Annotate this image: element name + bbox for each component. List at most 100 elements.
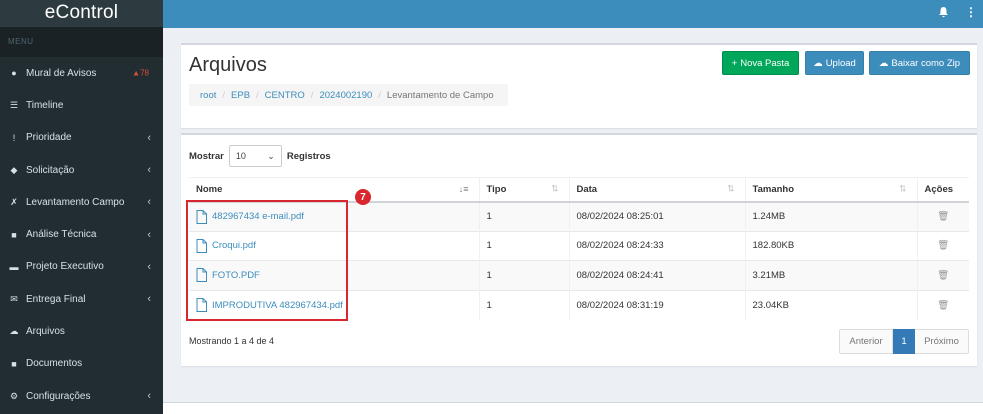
sidebar-item-arquivos[interactable]: ☁ Arquivos (0, 315, 163, 347)
list-icon: ☰ (9, 99, 19, 110)
pagination: Anterior 1 Próximo (839, 329, 969, 354)
document-icon: ■ (11, 358, 17, 369)
chevron-left-icon: ‹ (147, 164, 151, 177)
breadcrumb-item-centro[interactable]: CENTRO (265, 90, 305, 101)
brand-logo[interactable]: eControl (0, 0, 163, 27)
thumbtack-icon: ✗ (10, 196, 18, 207)
sidebar-item-prioridade[interactable]: ! Prioridade ‹ (0, 122, 163, 154)
breadcrumb-separator: / (310, 89, 314, 101)
pagination-prev-button[interactable]: Anterior (839, 329, 893, 354)
column-header-tipo[interactable]: Tipo ⇅ (478, 177, 569, 203)
file-date: 08/02/2024 08:24:41 (568, 260, 745, 290)
exclamation-icon: ! (12, 132, 16, 143)
sidebar-item-mural-de-avisos[interactable]: ● Mural de Avisos ▲78 (0, 57, 163, 89)
sidebar-item-label: Timeline (26, 99, 64, 111)
sort-desc-icon: ↓≡ (458, 184, 469, 195)
trash-icon[interactable]: 🗑 (916, 260, 969, 290)
table-info: Mostrando 1 a 4 de 4 (189, 336, 275, 346)
sidebar-item-documentos[interactable]: ■ Documentos (0, 348, 163, 380)
sort-icon: ⇅ (550, 183, 559, 194)
cloud-upload-icon: ☁ (813, 57, 823, 69)
sidebar-item-solicitacao[interactable]: ◆ Solicitação ‹ (0, 154, 163, 186)
bell-icon[interactable] (938, 6, 949, 21)
sidebar-item-label: Configurações (26, 390, 91, 402)
column-header-tamanho[interactable]: Tamanho ⇅ (744, 177, 917, 203)
file-type: 1 (478, 230, 569, 261)
plus-icon: + (731, 57, 738, 69)
sort-icon: ⇅ (726, 183, 735, 194)
cloud-download-icon: ☁ (878, 57, 889, 69)
file-type: 1 (478, 289, 569, 320)
breadcrumb-item-epb[interactable]: EPB (231, 90, 250, 101)
breadcrumb-separator: / (256, 89, 259, 101)
sidebar-item-configuracoes[interactable]: ⚙ Configurações ‹ (0, 380, 163, 412)
sidebar-item-projeto-executivo[interactable]: ▬ Projeto Executivo ‹ (0, 251, 163, 283)
chevron-left-icon: ‹ (147, 228, 151, 241)
column-header-nome[interactable]: Nome ↓≡ (189, 177, 479, 203)
file-size: 182.80KB (744, 230, 917, 261)
sidebar-item-label: Arquivos (26, 326, 65, 338)
cloud-icon: ☁ (9, 326, 19, 337)
sidebar-item-label: Mural de Avisos (26, 67, 97, 79)
trash-icon[interactable]: 🗑 (916, 289, 969, 320)
file-icon: ■ (11, 229, 17, 240)
chevron-left-icon: ‹ (147, 293, 151, 306)
sidebar: eControl MENU ● Mural de Avisos ▲78 ☰ Ti… (0, 0, 163, 414)
sidebar-item-label: Levantamento Campo (26, 196, 125, 208)
pagination-page-button[interactable]: 1 (893, 329, 915, 354)
envelope-icon: ✉ (10, 293, 18, 304)
sidebar-item-levantamento-campo[interactable]: ✗ Levantamento Campo ‹ (0, 186, 163, 218)
show-label: Mostrar (189, 150, 224, 162)
page-size-select[interactable]: 10 ⌄ (228, 145, 282, 167)
trash-icon[interactable]: 🗑 (916, 201, 969, 231)
file-date: 08/02/2024 08:24:33 (568, 230, 745, 261)
page-length-control: Mostrar 10 ⌄ Registros (189, 145, 331, 167)
records-label: Registros (286, 150, 331, 162)
sidebar-item-label: Entrega Final (26, 293, 86, 305)
top-navbar: ⋮ (163, 0, 983, 28)
file-date: 08/02/2024 08:31:19 (568, 289, 745, 320)
menu-header: MENU (0, 27, 163, 57)
chevron-left-icon: ‹ (147, 390, 151, 403)
sidebar-item-label: Projeto Executivo (26, 261, 104, 273)
file-size: 3.21MB (744, 260, 917, 290)
pagination-next-button[interactable]: Próximo (915, 329, 969, 354)
sidebar-item-label: Documentos (26, 358, 83, 370)
annotation-highlight-box (186, 200, 348, 321)
file-type: 1 (478, 201, 569, 231)
column-header-data[interactable]: Data ⇅ (568, 177, 745, 203)
sidebar-item-timeline[interactable]: ☰ Timeline (0, 89, 163, 121)
file-size: 23.04KB (744, 289, 917, 320)
sidebar-item-label: Solicitação (26, 164, 75, 176)
new-folder-button[interactable]: + Nova Pasta (722, 51, 799, 75)
page-header-box: Arquivos + Nova Pasta ☁ Upload ☁ Baixar … (181, 43, 977, 128)
upload-button[interactable]: ☁ Upload (805, 51, 864, 75)
sidebar-item-label: Análise Técnica (26, 229, 97, 241)
table-header-row: Nome ↓≡ Tipo ⇅ Data ⇅ Tamanho ⇅ Ações (189, 177, 969, 203)
chevron-down-icon: ⌄ (267, 150, 275, 161)
download-zip-button[interactable]: ☁ Baixar como Zip (869, 51, 970, 75)
breadcrumb-item-root[interactable]: root (200, 90, 216, 101)
chevron-left-icon: ‹ (147, 196, 151, 209)
kebab-menu-icon[interactable]: ⋮ (965, 5, 977, 19)
comment-icon: ● (11, 68, 17, 79)
file-size: 1.24MB (744, 201, 917, 231)
trash-icon[interactable]: 🗑 (916, 230, 969, 261)
sort-icon: ⇅ (898, 183, 907, 194)
sidebar-item-label: Prioridade (26, 132, 72, 144)
cogs-icon: ⚙ (9, 390, 19, 401)
tag-icon: ◆ (10, 164, 18, 175)
chevron-left-icon: ‹ (147, 131, 151, 144)
breadcrumb-separator: / (378, 89, 381, 101)
column-header-acoes: Ações (916, 177, 969, 203)
breadcrumb: root / EPB / CENTRO / 2024002190 / Levan… (189, 84, 508, 106)
sidebar-item-analise-tecnica[interactable]: ■ Análise Técnica ‹ (0, 218, 163, 250)
file-date: 08/02/2024 08:25:01 (568, 201, 745, 231)
briefcase-icon: ▬ (9, 261, 19, 272)
page-footer (163, 402, 983, 414)
chevron-left-icon: ‹ (147, 260, 151, 273)
sidebar-item-entrega-final[interactable]: ✉ Entrega Final ‹ (0, 283, 163, 315)
breadcrumb-item-current: Levantamento de Campo (386, 89, 494, 101)
breadcrumb-item-id[interactable]: 2024002190 (319, 90, 372, 101)
page-title: Arquivos (189, 54, 267, 76)
